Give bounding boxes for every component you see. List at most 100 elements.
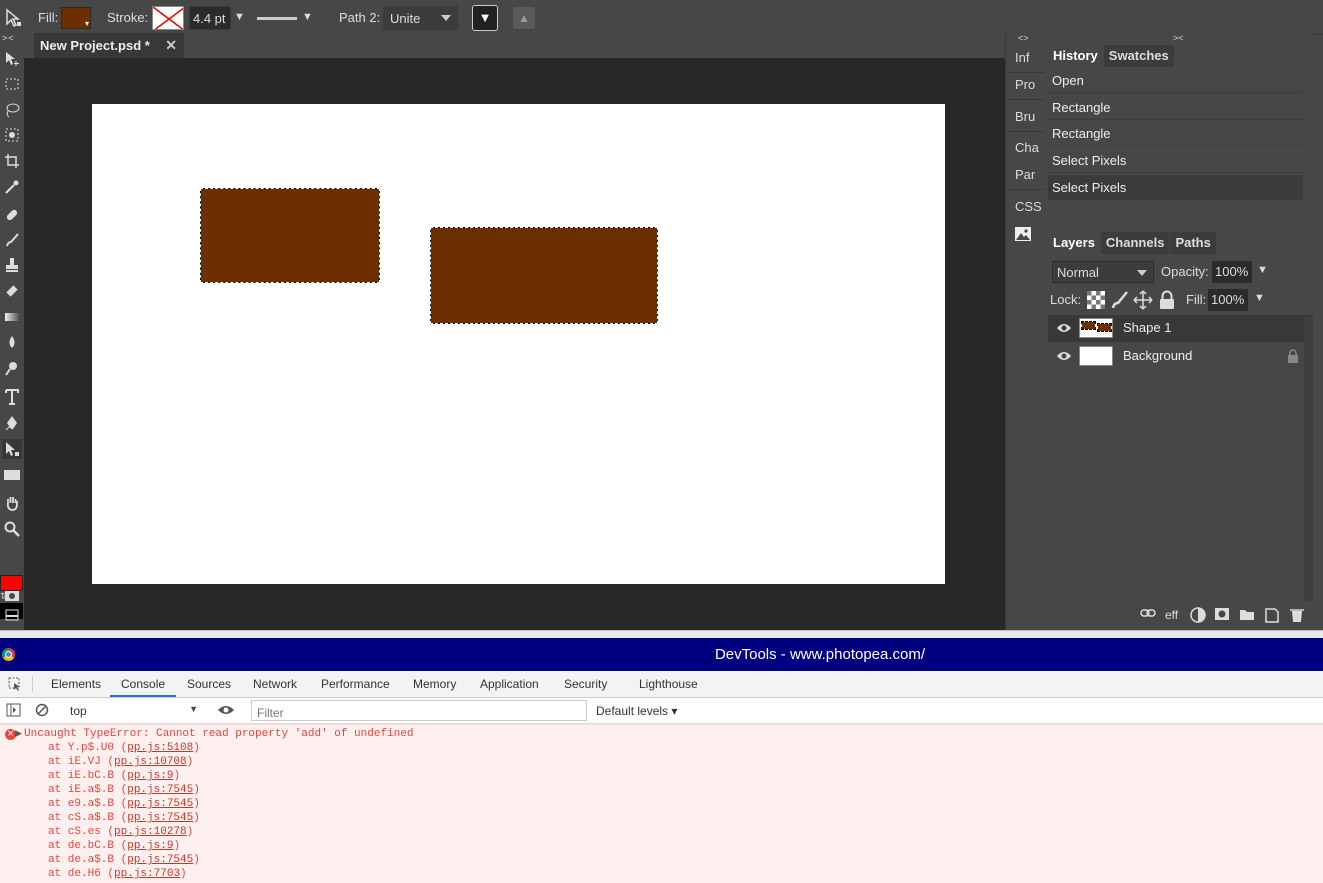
brush-panel-button[interactable]: Bru — [1015, 109, 1035, 124]
source-link[interactable]: pp.js:7545 — [127, 784, 193, 796]
screen-mode-icon[interactable] — [2, 605, 22, 625]
error-message[interactable]: Uncaught TypeError: Cannot read property… — [24, 728, 413, 740]
opacity-dropdown-icon[interactable]: ▼ — [1257, 264, 1268, 276]
source-link[interactable]: pp.js:7703 — [114, 868, 180, 880]
lock-all-icon[interactable] — [1159, 290, 1175, 313]
marquee-tool-icon[interactable] — [2, 74, 22, 94]
canvas-workspace[interactable] — [24, 58, 1005, 630]
source-link[interactable]: pp.js:7545 — [127, 798, 193, 810]
console-filter-input[interactable] — [251, 700, 587, 721]
tab-performance[interactable]: Performance — [321, 677, 390, 691]
document-tab[interactable]: New Project.psd * ✕ — [34, 33, 184, 58]
eyedropper-tool-icon[interactable] — [2, 177, 22, 197]
history-item[interactable]: Select Pixels — [1048, 148, 1303, 173]
clear-console-icon[interactable] — [35, 703, 49, 720]
rectangle-shape[interactable] — [200, 188, 380, 283]
arrange-up-button[interactable]: ▲ — [513, 7, 535, 29]
lasso-tool-icon[interactable] — [2, 100, 22, 120]
link-icon[interactable] — [1140, 607, 1156, 622]
fill-color-swatch[interactable]: ▾ — [61, 7, 91, 29]
gradient-tool-icon[interactable] — [2, 307, 22, 327]
history-item[interactable]: Rectangle — [1048, 121, 1303, 146]
stroke-style-line[interactable] — [257, 17, 297, 20]
layer-name[interactable]: Shape 1 — [1123, 320, 1171, 335]
expand-toggle[interactable]: <> — [1018, 33, 1029, 43]
tab-network[interactable]: Network — [253, 677, 297, 691]
source-link[interactable]: pp.js:7545 — [127, 812, 193, 824]
quick-select-tool-icon[interactable] — [2, 125, 22, 145]
stroke-width-input[interactable]: 4.4 pt — [189, 6, 231, 30]
tab-sources[interactable]: Sources — [187, 677, 231, 691]
eye-icon[interactable] — [1056, 322, 1072, 337]
log-levels-dropdown[interactable]: Default levels ▾ — [596, 704, 677, 718]
clone-stamp-tool-icon[interactable] — [2, 255, 22, 275]
eye-icon[interactable] — [217, 704, 235, 719]
fill-input[interactable]: 100% — [1208, 289, 1248, 311]
tab-layers[interactable]: Layers — [1048, 232, 1100, 254]
history-item[interactable]: Rectangle — [1048, 95, 1303, 120]
source-link[interactable]: pp.js:10278 — [114, 826, 187, 838]
new-layer-icon[interactable] — [1264, 607, 1280, 626]
document-canvas[interactable] — [92, 104, 945, 584]
layer-row[interactable]: Shape 1 — [1048, 315, 1313, 342]
zoom-tool-icon[interactable] — [2, 519, 22, 539]
info-panel-button[interactable]: Inf — [1015, 50, 1029, 65]
collapse-toggle[interactable]: >< — [2, 33, 15, 43]
stroke-width-dropdown-icon[interactable]: ▼ — [234, 11, 245, 23]
path-select-tool-icon[interactable] — [5, 8, 23, 31]
collapse-toggle[interactable]: >< — [1173, 33, 1184, 43]
eraser-tool-icon[interactable] — [2, 281, 22, 301]
character-panel-button[interactable]: Cha — [1015, 140, 1039, 155]
source-link[interactable]: pp.js:9 — [127, 770, 173, 782]
tab-memory[interactable]: Memory — [413, 677, 456, 691]
stroke-color-swatch[interactable] — [152, 6, 184, 30]
crop-tool-icon[interactable] — [2, 151, 22, 171]
rectangle-tool-icon[interactable] — [2, 465, 22, 485]
paragraph-panel-button[interactable]: Par — [1015, 167, 1035, 182]
pen-tool-icon[interactable] — [2, 413, 22, 433]
brush-tool-icon[interactable] — [2, 230, 22, 250]
quick-mask-icon[interactable] — [2, 586, 22, 606]
tab-elements[interactable]: Elements — [51, 677, 101, 691]
css-panel-button[interactable]: CSS — [1015, 199, 1042, 214]
tab-channels[interactable]: Channels — [1100, 232, 1170, 254]
blend-mode-select[interactable]: Normal — [1052, 261, 1154, 283]
history-item[interactable]: Open — [1048, 68, 1303, 93]
close-icon[interactable]: ✕ — [165, 37, 177, 54]
folder-icon[interactable] — [1239, 607, 1255, 624]
healing-brush-tool-icon[interactable] — [2, 205, 22, 225]
fill-dropdown-icon[interactable]: ▼ — [1254, 292, 1265, 304]
devtools-splitter[interactable] — [0, 630, 1323, 638]
path-operation-select[interactable]: Unite — [383, 6, 458, 30]
layer-mask-icon[interactable] — [1214, 607, 1230, 624]
layer-row[interactable]: Background — [1048, 343, 1313, 370]
tab-paths[interactable]: Paths — [1170, 232, 1216, 254]
lock-transparency-icon[interactable] — [1087, 291, 1105, 312]
tab-history[interactable]: History — [1048, 45, 1103, 67]
tab-console[interactable]: Console — [121, 677, 165, 691]
tab-lighthouse[interactable]: Lighthouse — [639, 677, 698, 691]
hand-tool-icon[interactable] — [2, 493, 22, 513]
inspect-element-icon[interactable] — [8, 677, 22, 694]
move-tool-icon[interactable] — [2, 49, 22, 69]
source-link[interactable]: pp.js:9 — [127, 840, 173, 852]
sidebar-toggle-icon[interactable] — [6, 703, 21, 720]
arrange-down-button[interactable]: ▼ — [472, 5, 498, 31]
tab-application[interactable]: Application — [480, 677, 539, 691]
tab-security[interactable]: Security — [564, 677, 607, 691]
tab-swatches[interactable]: Swatches — [1103, 45, 1174, 67]
adjustment-layer-icon[interactable] — [1190, 607, 1206, 626]
trash-icon[interactable] — [1289, 607, 1305, 626]
source-link[interactable]: pp.js:10708 — [114, 756, 187, 768]
dodge-tool-icon[interactable] — [2, 358, 22, 378]
stroke-style-dropdown-icon[interactable]: ▼ — [302, 11, 313, 23]
path-selection-tool-icon[interactable] — [2, 439, 22, 459]
expand-arrow-icon[interactable]: ▶ — [15, 728, 22, 739]
effects-button[interactable]: eff — [1165, 608, 1178, 622]
properties-panel-button[interactable]: Pro — [1015, 77, 1035, 92]
history-item-current[interactable]: Select Pixels — [1048, 175, 1303, 200]
opacity-input[interactable]: 100% — [1212, 261, 1252, 283]
rectangle-shape[interactable] — [430, 227, 658, 324]
eye-icon[interactable] — [1056, 350, 1072, 365]
blur-tool-icon[interactable] — [2, 332, 22, 352]
